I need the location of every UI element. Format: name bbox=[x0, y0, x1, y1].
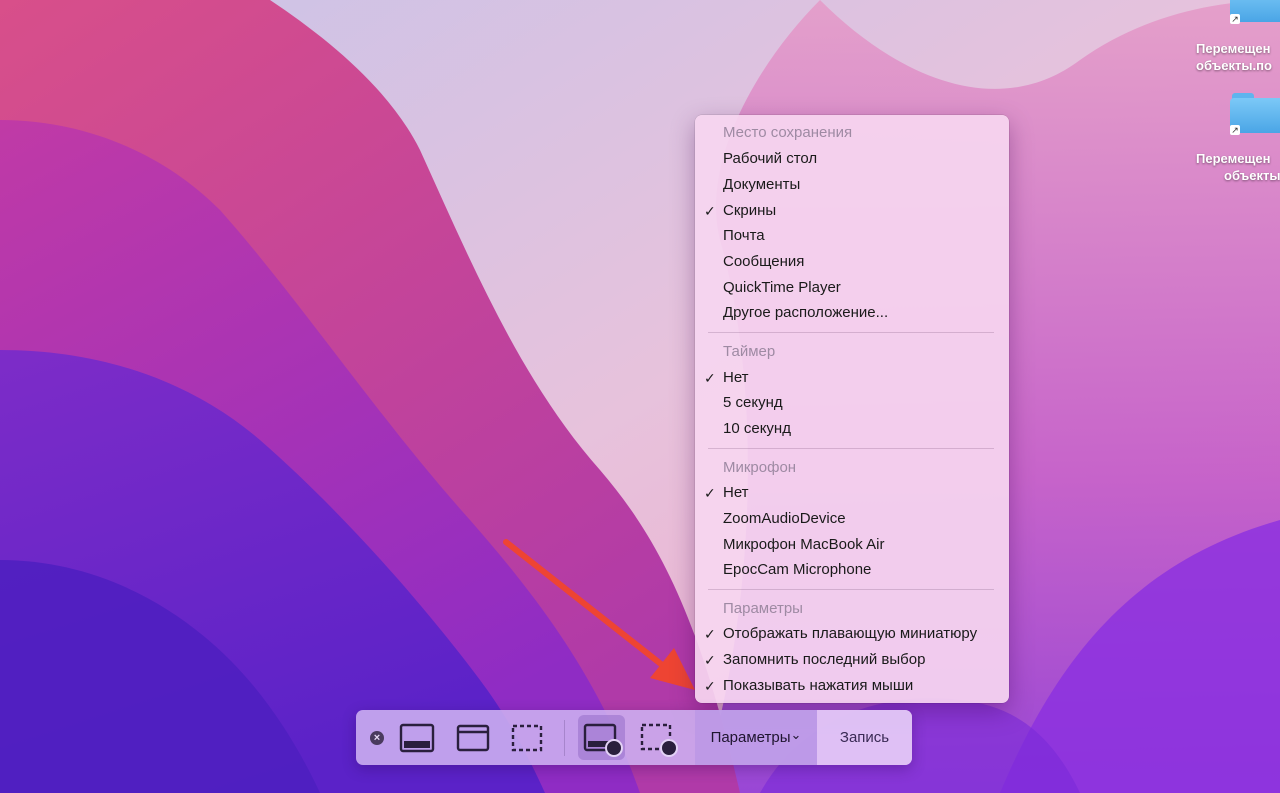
menu-item-other-location[interactable]: Другое расположение... bbox=[695, 301, 1009, 325]
desktop-icon-label-line1: Перемещен bbox=[1196, 151, 1271, 166]
desktop-icon-label: Перемещен объекты.по bbox=[1196, 40, 1280, 74]
menu-separator bbox=[708, 332, 994, 333]
options-button-label: Параметры bbox=[710, 729, 791, 746]
checkmark-icon: ✓ bbox=[704, 652, 716, 668]
menu-header-timer: Таймер bbox=[723, 343, 776, 360]
checkmark-icon: ✓ bbox=[704, 678, 716, 694]
desktop-icon-label: Перемещен объекты bbox=[1196, 150, 1280, 184]
menu-header-microphone: Микрофон bbox=[723, 459, 797, 476]
checkmark-icon: ✓ bbox=[704, 203, 716, 219]
screenshot-toolbar: × Параметры⌄ Запись bbox=[356, 710, 912, 765]
close-icon[interactable]: × bbox=[370, 731, 384, 745]
menu-item-mic-epoccam[interactable]: EpocCam Microphone bbox=[695, 558, 1009, 582]
desktop: ↗ Перемещен объекты.по ↗ Перемещен объек… bbox=[0, 0, 1280, 793]
menu-item-timer-5[interactable]: 5 секунд bbox=[695, 391, 1009, 415]
folder-icon[interactable]: ↗ bbox=[1230, 0, 1280, 24]
record-selection-icon[interactable] bbox=[638, 716, 680, 760]
record-button-label: Запись bbox=[839, 729, 890, 746]
menu-separator bbox=[708, 448, 994, 449]
checkmark-icon: ✓ bbox=[704, 626, 716, 642]
record-button[interactable]: Запись bbox=[817, 710, 912, 765]
menu-item-remember-last[interactable]: ✓ Запомнить последний выбор bbox=[695, 648, 1009, 672]
menu-header-options: Параметры bbox=[723, 600, 803, 617]
alias-arrow-icon: ↗ bbox=[1230, 125, 1240, 135]
options-menu: Место сохранения Рабочий стол Документы … bbox=[695, 115, 1009, 703]
menu-item-mic-zoom[interactable]: ZoomAudioDevice bbox=[695, 507, 1009, 531]
menu-separator bbox=[708, 589, 994, 590]
options-button[interactable]: Параметры⌄ bbox=[695, 710, 817, 765]
menu-item-quicktime[interactable]: QuickTime Player bbox=[695, 276, 1009, 300]
desktop-icon-label-line1: Перемещен bbox=[1196, 41, 1271, 56]
menu-header-save-location: Место сохранения bbox=[723, 124, 853, 141]
menu-item-screens[interactable]: ✓ Скрины bbox=[695, 199, 1009, 223]
menu-item-messages[interactable]: Сообщения bbox=[695, 250, 1009, 274]
menu-item-timer-none[interactable]: ✓ Нет bbox=[695, 366, 1009, 390]
menu-item-mic-none[interactable]: ✓ Нет bbox=[695, 481, 1009, 505]
record-entire-screen-icon[interactable] bbox=[582, 716, 624, 760]
annotation-arrow bbox=[503, 539, 695, 690]
capture-window-icon[interactable] bbox=[455, 716, 491, 760]
menu-item-mic-macbook[interactable]: Микрофон MacBook Air bbox=[695, 533, 1009, 557]
capture-entire-screen-icon[interactable] bbox=[398, 716, 436, 760]
toolbar-divider bbox=[564, 720, 565, 756]
menu-item-show-clicks[interactable]: ✓ Показывать нажатия мыши bbox=[695, 674, 1009, 698]
capture-selection-icon[interactable] bbox=[509, 716, 545, 760]
alias-arrow-icon: ↗ bbox=[1230, 14, 1240, 24]
checkmark-icon: ✓ bbox=[704, 370, 716, 386]
menu-item-timer-10[interactable]: 10 секунд bbox=[695, 417, 1009, 441]
chevron-down-icon: ⌄ bbox=[790, 727, 802, 742]
checkmark-icon: ✓ bbox=[704, 485, 716, 501]
desktop-icon-label-line2: объекты.по bbox=[1196, 58, 1272, 73]
menu-item-documents[interactable]: Документы bbox=[695, 173, 1009, 197]
desktop-icon-label-line2: объекты bbox=[1224, 168, 1280, 183]
menu-item-mail[interactable]: Почта bbox=[695, 224, 1009, 248]
menu-item-desktop[interactable]: Рабочий стол bbox=[695, 147, 1009, 171]
folder-icon[interactable]: ↗ bbox=[1230, 93, 1280, 135]
menu-item-floating-thumbnail[interactable]: ✓ Отображать плавающую миниатюру bbox=[695, 622, 1009, 646]
